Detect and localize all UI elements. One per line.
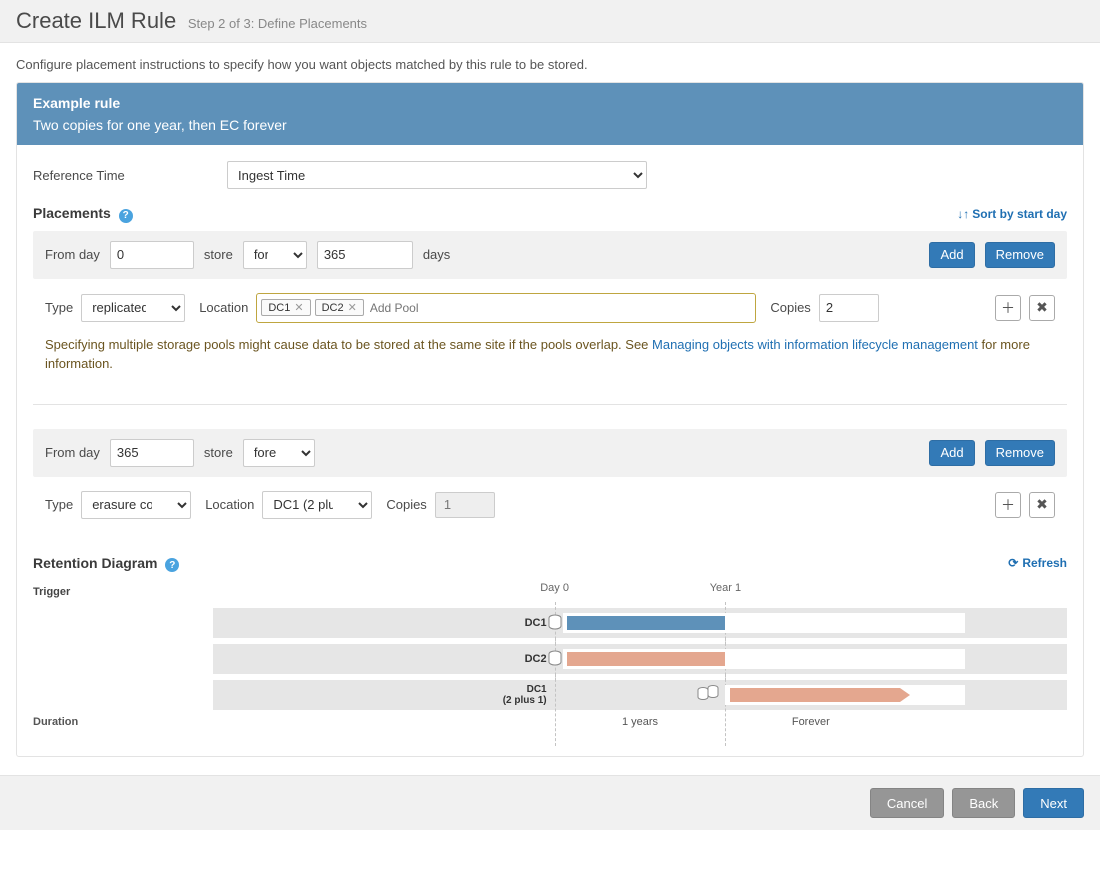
copies-label: Copies	[770, 300, 810, 315]
placements-heading: Placements	[33, 205, 111, 221]
diagram-row-label: DC2	[525, 653, 547, 665]
next-button[interactable]: Next	[1023, 788, 1084, 818]
diagram-row-label: DC1(2 plus 1)	[503, 684, 547, 706]
rule-banner-title: Example rule	[33, 95, 1067, 111]
diagram-row-label: DC1	[525, 617, 547, 629]
footer-bar: Cancel Back Next	[0, 775, 1100, 830]
placement-block-1: From day store forever Add Remove Type	[33, 429, 1067, 525]
copies-label: Copies	[386, 497, 426, 512]
storage-icon	[547, 650, 563, 668]
store-label: store	[204, 247, 233, 262]
add-pool-input[interactable]	[368, 297, 752, 319]
diagram-row-dc2: DC2	[33, 644, 1067, 674]
placement-head: From day store for days Add Remove	[33, 231, 1067, 279]
main-panel: Example rule Two copies for one year, th…	[16, 82, 1084, 757]
storage-icon	[547, 614, 563, 632]
trigger-label: Trigger	[33, 582, 213, 602]
retention-heading: Retention Diagram	[33, 555, 157, 571]
pool-tag-dc1[interactable]: DC1 ✕	[261, 299, 310, 316]
copies-input[interactable]	[819, 294, 879, 322]
sort-by-start-day-link[interactable]: ↓↑Sort by start day	[957, 207, 1067, 221]
add-button[interactable]: Add	[929, 440, 974, 466]
sort-icon: ↓↑	[957, 207, 969, 221]
days-label: days	[423, 247, 450, 262]
type-label: Type	[45, 300, 73, 315]
duration-label: Duration	[33, 716, 213, 732]
reference-time-select[interactable]: Ingest Time	[227, 161, 647, 189]
instruction-text: Configure placement instructions to spec…	[0, 43, 1100, 82]
for-days-input[interactable]	[317, 241, 413, 269]
divider	[33, 404, 1067, 405]
from-day-label: From day	[45, 247, 100, 262]
reference-time-label: Reference Time	[33, 168, 217, 183]
copies-readonly: 1	[435, 492, 495, 518]
page-header: Create ILM Rule Step 2 of 3: Define Plac…	[0, 0, 1100, 43]
page-title: Create ILM Rule	[16, 8, 176, 33]
from-day-input[interactable]	[110, 439, 194, 467]
back-button[interactable]: Back	[952, 788, 1015, 818]
close-icon[interactable]: ✕	[348, 301, 357, 314]
retention-diagram: Trigger Day 0 Year 1 DC1	[33, 582, 1067, 740]
refresh-link[interactable]: Refresh	[1008, 556, 1067, 570]
location-pool-box[interactable]: DC1 ✕ DC2 ✕	[256, 293, 756, 323]
tick-day0: Day 0	[540, 582, 569, 594]
diagram-row-dc1: DC1	[33, 608, 1067, 638]
remove-copy-button[interactable]: ✖	[1029, 492, 1055, 518]
reference-time-row: Reference Time Ingest Time	[33, 161, 1067, 189]
duration-second: Forever	[792, 716, 830, 728]
rule-banner: Example rule Two copies for one year, th…	[17, 83, 1083, 145]
store-mode-select[interactable]: forever	[243, 439, 315, 467]
location-label: Location	[199, 300, 248, 315]
pool-overlap-note: Specifying multiple storage pools might …	[45, 335, 1055, 374]
add-copy-button[interactable]: ＋	[995, 492, 1021, 518]
retention-heading-row: Retention Diagram ? Refresh	[33, 555, 1067, 573]
placement-block-0: From day store for days Add Remove	[33, 231, 1067, 380]
add-button[interactable]: Add	[929, 242, 974, 268]
rule-banner-desc: Two copies for one year, then EC forever	[33, 117, 1067, 133]
pool-tag-dc2[interactable]: DC2 ✕	[315, 299, 364, 316]
location-label: Location	[205, 497, 254, 512]
diagram-row-dc1-ec: DC1(2 plus 1)	[33, 680, 1067, 710]
help-icon[interactable]: ?	[165, 558, 179, 572]
close-icon[interactable]: ✕	[294, 301, 303, 314]
add-copy-button[interactable]: ＋	[995, 295, 1021, 321]
remove-button[interactable]: Remove	[985, 242, 1055, 268]
from-day-input[interactable]	[110, 241, 194, 269]
duration-first: 1 years	[622, 716, 658, 728]
from-day-label: From day	[45, 445, 100, 460]
store-label: store	[204, 445, 233, 460]
tick-year1: Year 1	[710, 582, 741, 594]
storage-icon	[696, 685, 720, 705]
page-subtitle: Step 2 of 3: Define Placements	[188, 16, 367, 31]
placements-heading-row: Placements ? ↓↑Sort by start day	[33, 205, 1067, 223]
type-label: Type	[45, 497, 73, 512]
placement-head: From day store forever Add Remove	[33, 429, 1067, 477]
note-link[interactable]: Managing objects with information lifecy…	[652, 337, 978, 352]
location-select[interactable]: DC1 (2 plus 1)	[262, 491, 372, 519]
remove-copy-button[interactable]: ✖	[1029, 295, 1055, 321]
cancel-button[interactable]: Cancel	[870, 788, 944, 818]
type-select[interactable]: replicated	[81, 294, 185, 322]
remove-button[interactable]: Remove	[985, 440, 1055, 466]
help-icon[interactable]: ?	[119, 209, 133, 223]
store-mode-select[interactable]: for	[243, 241, 307, 269]
type-select[interactable]: erasure coded	[81, 491, 191, 519]
arrow-right-icon	[900, 688, 910, 702]
